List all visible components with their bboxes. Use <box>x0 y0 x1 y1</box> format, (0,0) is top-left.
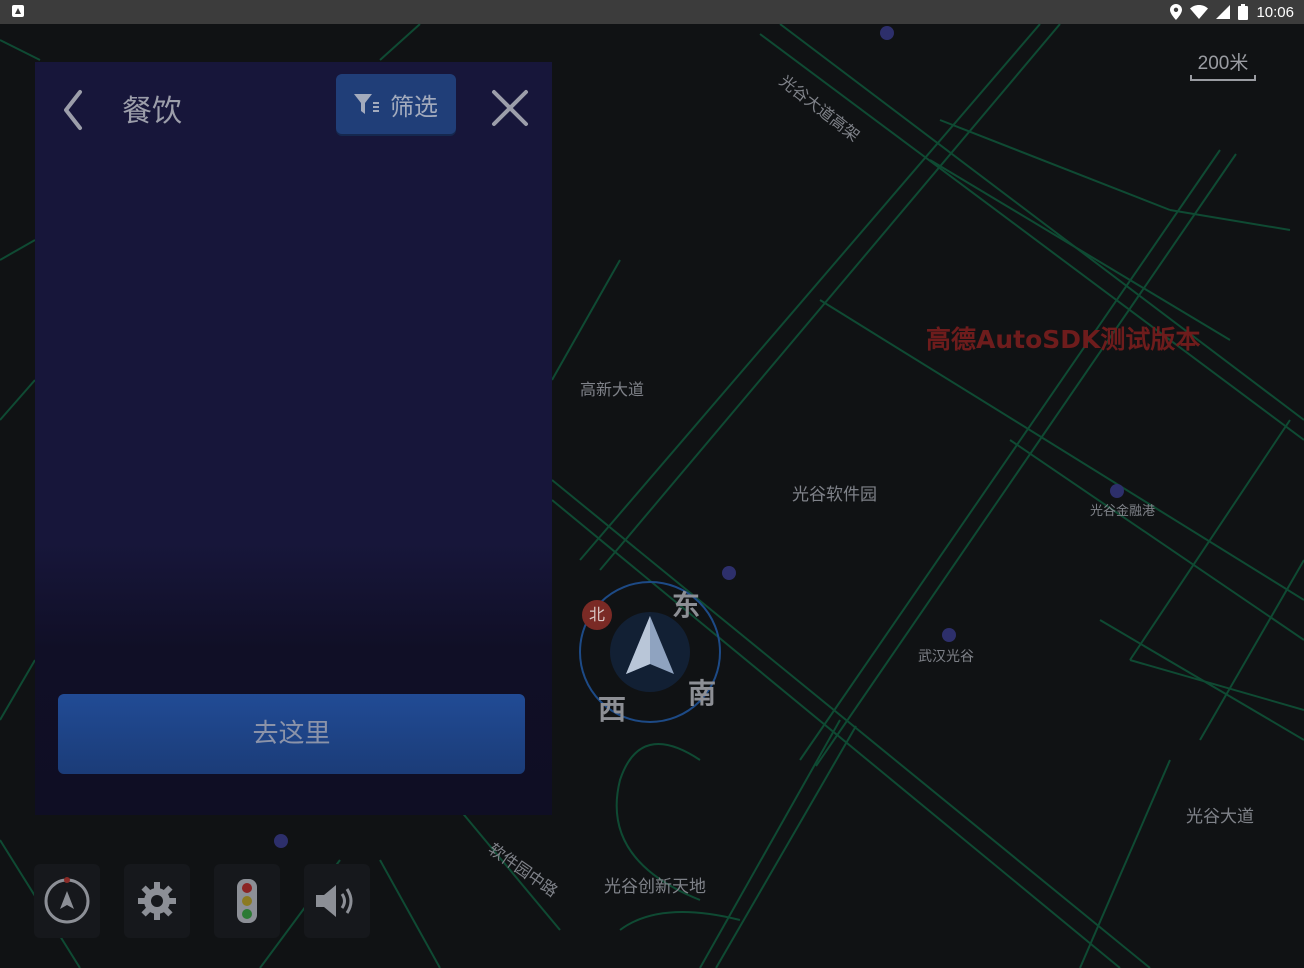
scale-bar <box>1190 75 1256 81</box>
status-bar: 10:06 <box>0 0 1304 24</box>
compass-icon <box>44 877 90 924</box>
poi-icon[interactable] <box>880 26 894 40</box>
traffic-light-icon <box>237 879 257 923</box>
location-icon <box>1170 4 1183 20</box>
compass-north: 北 <box>582 600 612 630</box>
place-label: 武汉光谷 <box>918 649 974 665</box>
place-label: 光谷大道 <box>1186 807 1254 827</box>
go-here-button[interactable]: 去这里 <box>58 694 525 774</box>
poi-icon[interactable] <box>722 566 736 580</box>
filter-label: 筛选 <box>390 92 438 121</box>
place-label: 光谷金融港 <box>1090 504 1156 519</box>
status-icons: 10:06 <box>1170 3 1294 21</box>
signal-icon <box>1216 5 1231 19</box>
filter-icon <box>354 94 379 114</box>
clock: 10:06 <box>1256 3 1294 21</box>
compass-west: 西 <box>598 693 627 726</box>
page-title: 餐饮 <box>122 94 182 129</box>
place-label: 光谷软件园 <box>792 485 877 505</box>
volume-button[interactable] <box>304 864 370 938</box>
filter-button[interactable]: 筛选 <box>336 74 456 134</box>
compass-east: 东 <box>672 589 701 622</box>
poi-icon[interactable] <box>942 628 956 642</box>
scale-label: 200米 <box>1197 53 1249 74</box>
notification-icon <box>12 5 24 17</box>
gear-icon <box>138 882 176 920</box>
battery-icon <box>1238 4 1249 20</box>
close-icon[interactable] <box>488 86 532 130</box>
place-label: 光谷创新天地 <box>604 877 706 897</box>
poi-icon[interactable] <box>1110 484 1124 498</box>
place-label: 高新大道 <box>580 380 645 399</box>
wifi-icon <box>1190 5 1209 19</box>
traffic-button[interactable] <box>214 864 280 938</box>
settings-button[interactable] <box>124 864 190 938</box>
compass-button[interactable] <box>34 864 100 938</box>
scale-indicator: 200米 <box>1190 48 1256 81</box>
poi-icon[interactable] <box>274 834 288 848</box>
volume-icon <box>316 885 353 917</box>
compass-south: 南 <box>688 677 717 710</box>
back-icon[interactable] <box>58 88 88 132</box>
sdk-watermark: 高德AutoSDK测试版本 <box>926 325 1201 354</box>
